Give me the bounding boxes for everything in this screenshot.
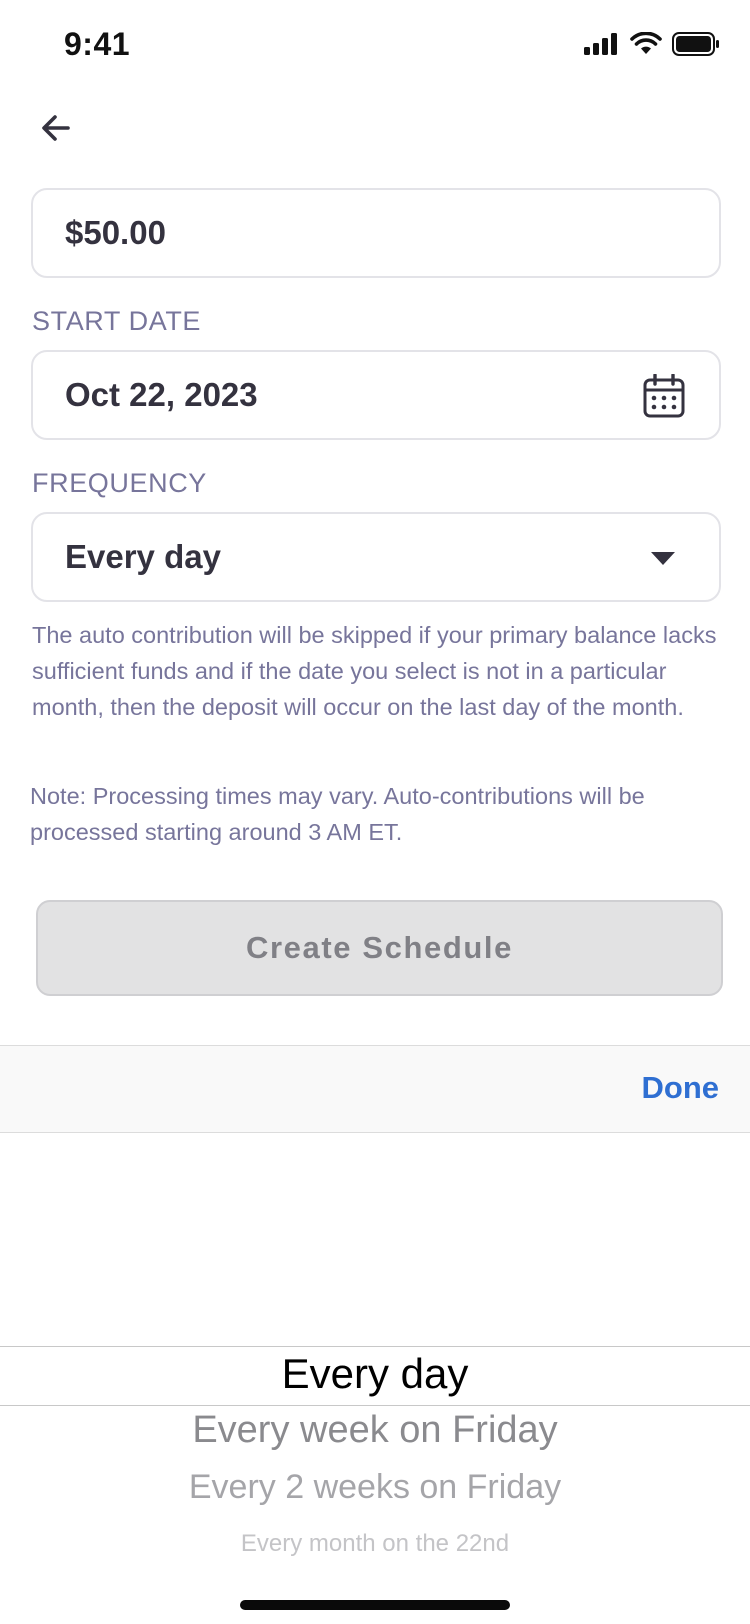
caret-down-icon: [651, 552, 675, 565]
create-schedule-screen: 9:41 $50.00 START DATE Oct 22, 2023 FREQ…: [0, 0, 750, 1624]
processing-note-text: Note: Processing times may vary. Auto-co…: [30, 783, 645, 845]
back-button[interactable]: [36, 108, 76, 148]
arrow-left-icon: [42, 115, 70, 141]
battery-icon: [672, 32, 719, 56]
signal-icon: [584, 33, 617, 55]
picker-selection-bottom-line: [0, 1405, 750, 1406]
start-date-field[interactable]: Oct 22, 2023: [31, 350, 721, 440]
calendar-icon[interactable]: [643, 374, 685, 418]
picker-option-selected[interactable]: Every day: [0, 1350, 750, 1398]
done-button[interactable]: Done: [642, 1070, 720, 1106]
frequency-label: FREQUENCY: [32, 468, 207, 498]
picker-option[interactable]: Every week on Friday: [0, 1409, 750, 1452]
status-bar: 9:41: [0, 0, 750, 90]
picker-selection-top-line: [0, 1346, 750, 1347]
frequency-value: Every day: [65, 538, 221, 575]
skip-notice-text: The auto contribution will be skipped if…: [32, 622, 717, 720]
amount-value: $50.00: [65, 214, 166, 251]
frequency-picker-wheel[interactable]: Every day Every week on Friday Every 2 w…: [0, 1134, 750, 1624]
status-icons: [584, 32, 720, 56]
frequency-dropdown[interactable]: Every day: [31, 512, 721, 602]
wifi-icon: [630, 32, 662, 54]
create-schedule-button[interactable]: Create Schedule: [36, 900, 723, 996]
home-indicator: [240, 1600, 510, 1610]
start-date-value: Oct 22, 2023: [65, 376, 258, 413]
picker-option[interactable]: Every 2 weeks on Friday: [0, 1468, 750, 1507]
amount-field[interactable]: $50.00: [31, 188, 721, 278]
picker-option[interactable]: Every month on the 22nd: [0, 1530, 750, 1558]
picker-toolbar: Done: [0, 1045, 750, 1133]
status-time: 9:41: [64, 26, 131, 62]
start-date-label: START DATE: [32, 306, 202, 336]
